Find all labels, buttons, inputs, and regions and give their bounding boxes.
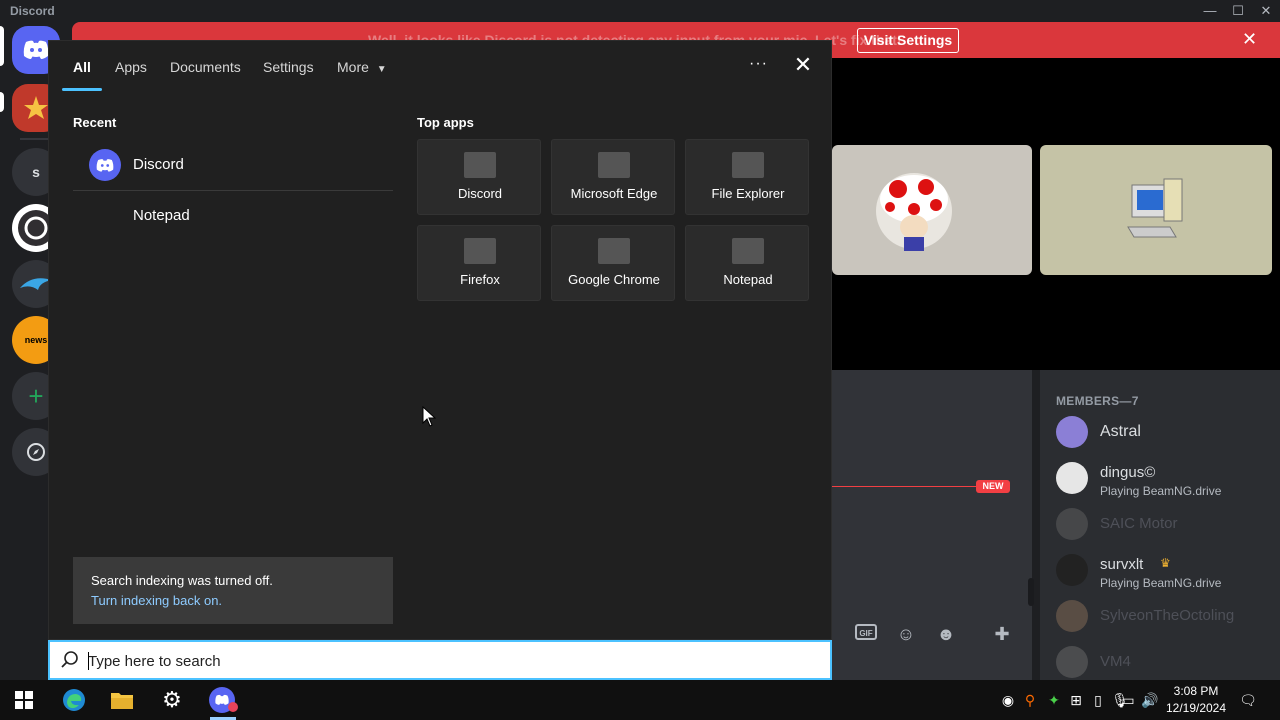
new-badge: NEW [976,480,1010,493]
top-app-notepad[interactable]: Notepad [685,225,809,301]
member-item[interactable]: survxlt ♛ Playing BeamNG.drive [1056,550,1276,590]
discord-icon [89,149,121,181]
new-messages-divider [832,486,980,487]
notification-badge [228,702,238,712]
start-button[interactable] [0,680,48,720]
windows-icon [15,691,33,709]
tab-settings[interactable]: Settings [263,59,314,75]
app-icon [598,238,630,264]
member-item[interactable]: Astral [1056,412,1276,452]
avatar [1056,646,1088,678]
active-tab-indicator [62,88,102,91]
emoji-icon[interactable]: ☻ [934,622,958,646]
top-app-edge[interactable]: Microsoft Edge [551,139,675,215]
network-adapter-icon[interactable]: ⊞ [1066,690,1086,710]
discord-taskbar-button[interactable] [198,680,246,720]
gif-icon[interactable]: GIF [854,622,878,646]
mouse-cursor-icon [422,406,436,427]
crown-icon: ♛ [1160,556,1171,570]
toad-avatar-icon [876,173,952,251]
discord-titlebar: Discord — ☐ ✕ [0,0,1280,22]
close-icon[interactable]: ✕ [791,53,815,77]
top-app-discord[interactable]: Discord [417,139,541,215]
unread-indicator [0,92,4,112]
visit-settings-button[interactable]: Visit Settings [857,28,959,53]
close-icon[interactable]: ✕ [1242,30,1257,48]
member-list: MEMBERS—7 Astral dingus© Playing BeamNG.… [1040,370,1280,680]
recent-item-label: Notepad [133,207,190,224]
sticker-icon[interactable]: ☺ [894,622,918,646]
apps-icon[interactable]: ✚ [990,622,1014,646]
app-icon [598,152,630,178]
svg-text:GIF: GIF [859,629,872,638]
folder-icon [111,693,133,709]
computer-avatar-icon [1127,178,1183,238]
member-item[interactable]: VM4 [1056,642,1276,682]
more-options-icon[interactable]: ··· [749,55,768,73]
file-explorer-taskbar-button[interactable] [98,680,146,720]
search-input[interactable] [88,650,788,672]
notification-center-icon[interactable]: 🗨 [1238,690,1258,710]
indexing-notice-text: Search indexing was turned off. [91,573,273,588]
recent-item-discord[interactable]: Discord [73,140,393,190]
app-icon [732,238,764,264]
clock-time[interactable]: 3:08 PM [1168,684,1224,698]
selected-indicator [0,26,4,66]
search-tray-icon[interactable]: ⚲ [1020,690,1040,710]
volume-icon[interactable]: 🔊 [1140,690,1160,710]
avatar [1056,554,1088,586]
member-item[interactable]: SylveonTheOctoling [1056,596,1276,636]
avatar [1056,462,1088,494]
avatar [1056,600,1088,632]
app-icon [732,152,764,178]
recent-item-notepad[interactable]: Notepad [73,191,393,241]
gear-icon: ⚙ [162,687,182,712]
edge-taskbar-button[interactable] [50,680,98,720]
turn-indexing-on-link[interactable]: Turn indexing back on. [91,593,222,608]
participant-tile-toad[interactable] [832,145,1032,275]
top-apps-title: Top apps [417,115,474,130]
taskbar: ⚙ ◉ ⚲ ✦ ⊞ ▯ 🎙 ▭ 🔊 3:08 PM 12/19/2024 🗨 [0,680,1280,720]
text-caret [88,652,89,670]
member-item[interactable]: dingus© Playing BeamNG.drive [1056,458,1276,498]
search-box[interactable] [48,640,832,680]
app-icon [464,152,496,178]
search-icon [61,651,78,668]
recent-title: Recent [73,115,117,130]
indexing-notice: Search indexing was turned off. Turn ind… [73,557,393,624]
chevron-down-icon: ▼ [376,64,387,75]
network-icon[interactable]: ▭ [1118,690,1138,710]
avatar [1056,416,1088,448]
member-item[interactable]: SAIC Motor [1056,504,1276,544]
app-title: Discord [10,4,55,18]
participant-tile-computer[interactable] [1040,145,1272,275]
edge-icon [63,689,85,711]
top-app-firefox[interactable]: Firefox [417,225,541,301]
clock-date[interactable]: 12/19/2024 [1163,701,1229,715]
obs-tray-icon[interactable]: ◉ [998,690,1018,710]
settings-taskbar-button[interactable]: ⚙ [148,680,196,720]
tab-more-label: More [337,59,369,75]
app-icon [464,238,496,264]
avatar [1056,508,1088,540]
top-app-file-explorer[interactable]: File Explorer [685,139,809,215]
shield-tray-icon[interactable]: ✦ [1044,690,1064,710]
chat-scrollbar[interactable] [1028,578,1034,606]
tab-documents[interactable]: Documents [170,59,241,75]
close-window-icon[interactable]: ✕ [1250,2,1280,20]
tab-apps[interactable]: Apps [115,59,147,75]
top-app-chrome[interactable]: Google Chrome [551,225,675,301]
tab-all[interactable]: All [73,59,91,75]
members-header: MEMBERS—7 [1056,394,1139,408]
tab-more[interactable]: More ▼ [337,59,387,75]
recent-item-label: Discord [133,156,184,173]
search-panel: All Apps Documents Settings More ▼ ··· ✕… [48,40,832,640]
discord-logo-icon [23,40,49,59]
